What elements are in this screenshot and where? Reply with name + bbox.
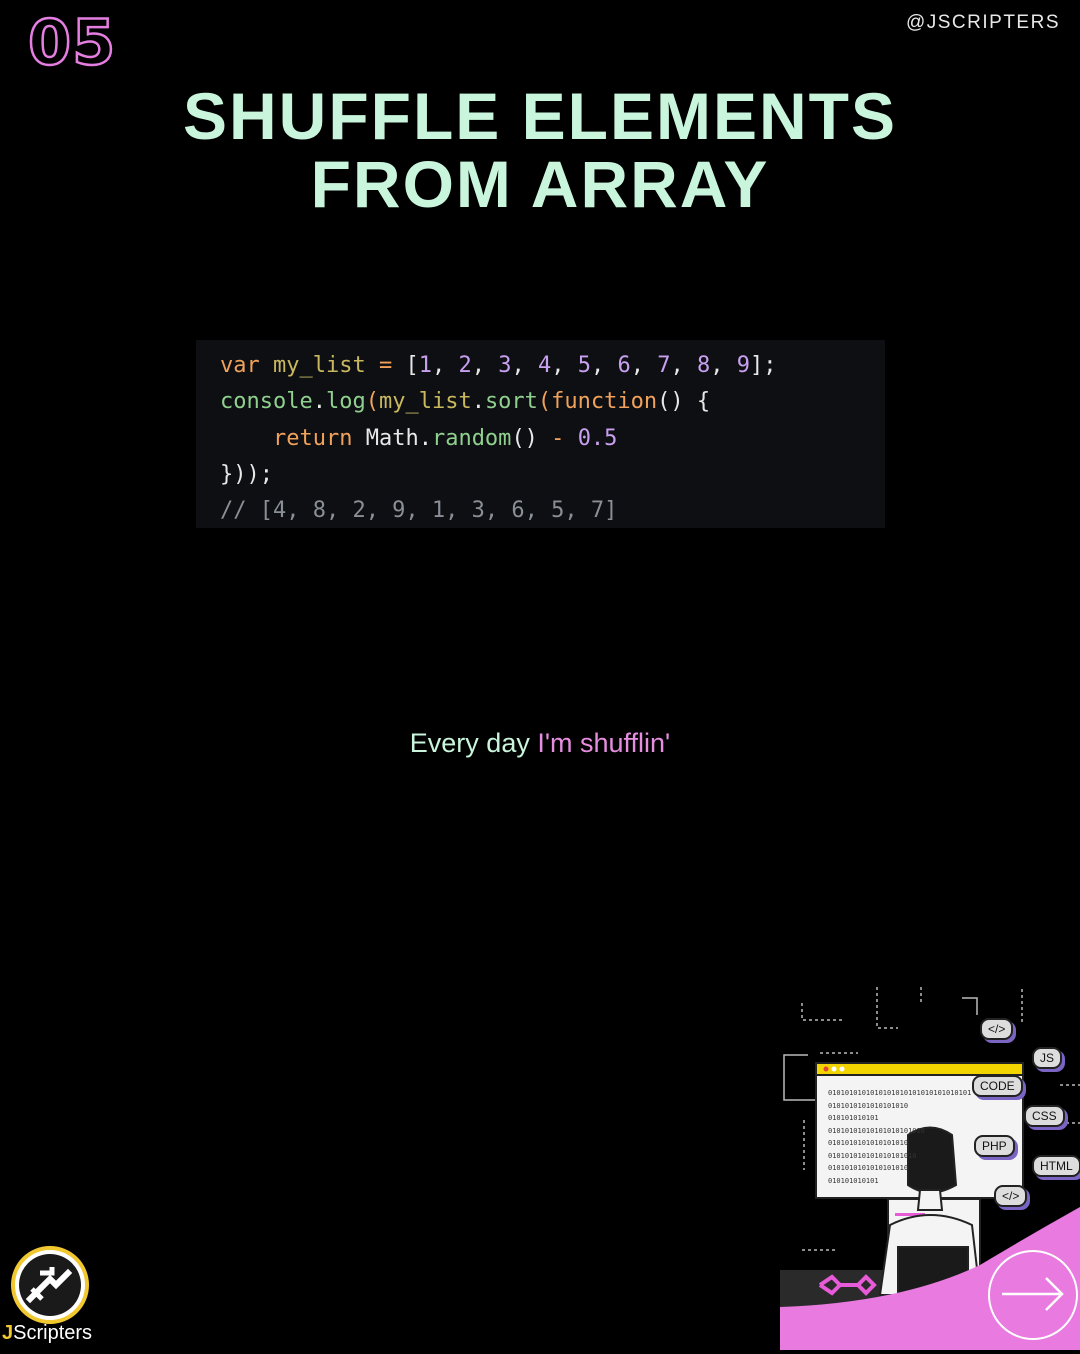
code-line-2: console.log(my_list.sort(function() { (220, 389, 711, 415)
next-button[interactable] (988, 1250, 1078, 1340)
binary-line: 0101010101010101010101010101010101 (828, 1089, 972, 1097)
caption-part-1: Every day (409, 728, 538, 758)
code-tag-badge-2: </> (994, 1185, 1028, 1207)
account-handle: @JSCRIPTERS (905, 12, 1060, 33)
binary-text: 0101010101010101010101010101010101 01010… (828, 1087, 978, 1187)
binary-line: 010101010101 (828, 1176, 879, 1185)
slide-number: 05 (27, 5, 117, 81)
js-tag-badge: JS (1032, 1047, 1063, 1069)
code-line-3: return Math.random() - 0.5 (272, 425, 618, 451)
binary-line: 010101010101 (828, 1114, 879, 1122)
code-label-badge: CODE (972, 1075, 1023, 1097)
html-tag-badge: HTML (1032, 1155, 1080, 1177)
binary-line: 0101010101010101010 (828, 1139, 909, 1147)
brand-logo-icon (11, 1246, 89, 1324)
caption: Every day I'm shufflin' (0, 728, 1080, 759)
code-block: var my_list = [1, 2, 3, 4, 5, 6, 7, 8, 9… (196, 340, 885, 528)
binary-line: 0101010101010101010 (828, 1101, 909, 1110)
php-tag-badge: PHP (974, 1135, 1015, 1157)
binary-line: 0101010101010101010 (828, 1164, 909, 1172)
binary-line: 01010101010101010101010 (828, 1126, 925, 1135)
code-line-1: var my_list = [1, 2, 3, 4, 5, 6, 7, 8, 9… (220, 353, 777, 378)
code-line-5: // [4, 8, 2, 9, 1, 3, 6, 5, 7] (220, 498, 618, 524)
code-line-4: })); (220, 461, 273, 487)
brand-name: JScripters (2, 1322, 93, 1344)
title-line-2: FROM ARRAY (310, 147, 770, 221)
caption-part-2: I'm shufflin' (537, 728, 671, 758)
arrow-right-icon (1002, 1277, 1064, 1311)
code-tag-badge: </> (980, 1018, 1014, 1040)
brand-logo (10, 1245, 100, 1329)
page-title: SHUFFLE ELEMENTS FROM ARRAY (0, 82, 1080, 218)
title-line-1: SHUFFLE ELEMENTS (182, 79, 897, 153)
css-tag-badge: CSS (1024, 1105, 1065, 1127)
binary-line: 010101010101010101010 (828, 1151, 917, 1160)
